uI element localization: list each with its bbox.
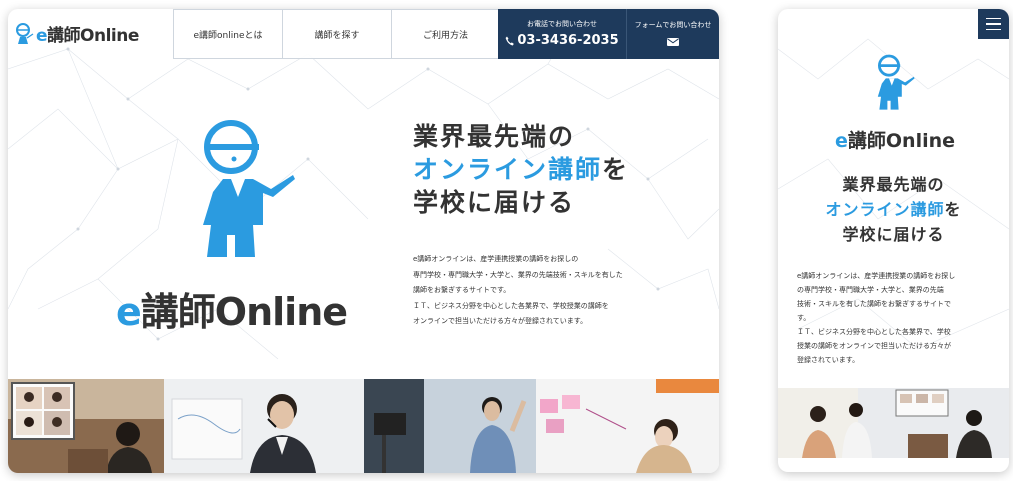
mobile-catch-line1: 業界最先端の <box>842 175 945 194</box>
mobile-lead-line: 授業の講師をオンラインで担当いただける方々が <box>797 342 951 350</box>
hero-logo-word: 講師Online <box>140 290 348 334</box>
nav-find-lecturer[interactable]: 講師を探す <box>282 9 391 59</box>
hero-logo-prefix: e <box>116 290 142 334</box>
mobile-logo-prefix: e <box>835 130 848 152</box>
site-header: e講師Online e講師onlineとは 講師を探す ご利用方法 お電話でお問… <box>8 9 719 59</box>
mobile-lead-line: ＩＴ、ビジネス分野を中心とした各業界で、学校 <box>797 328 951 336</box>
mobile-lead-line: 技術・スキルを有した講師をお繋ぎするサイトで <box>797 300 951 308</box>
global-nav: e講師onlineとは 講師を探す ご利用方法 <box>173 9 500 59</box>
phone-contact-button[interactable]: お電話でお問い合わせ 03-3436-2035 <box>498 9 626 59</box>
nav-about[interactable]: e講師onlineとは <box>173 9 282 59</box>
photo-video-call <box>8 379 164 473</box>
mobile-catchphrase: 業界最先端の オンライン講師を 学校に届ける <box>778 172 1009 247</box>
hero-catchphrase: 業界最先端の オンライン講師を 学校に届ける <box>413 120 629 219</box>
form-caption: フォームでお問い合わせ <box>634 21 712 29</box>
lead-line: オンラインで担当いただける方々が登録されています。 <box>413 317 588 325</box>
mobile-logo[interactable]: e講師Online <box>835 126 955 153</box>
phone-caption: お電話でお問い合わせ <box>527 20 597 28</box>
photo-whiteboard-teacher <box>536 379 719 473</box>
mobile-logo-word: 講師Online <box>847 130 956 152</box>
site-logo[interactable]: e講師Online <box>14 21 139 46</box>
phone-number: 03-3436-2035 <box>517 33 619 48</box>
logo-prefix: e <box>36 26 48 46</box>
mobile-catch-line3: 学校に届ける <box>842 225 945 244</box>
catch-line2-rest: を <box>602 155 630 184</box>
mobile-photo-strip <box>778 388 1009 458</box>
phone-icon <box>505 36 515 45</box>
photo-strip <box>8 379 719 473</box>
lead-line: e講師オンラインは、産学連携授業の講師をお探しの <box>413 255 579 263</box>
catch-highlight: オンライン講師 <box>413 155 603 184</box>
lead-line: 講師をお繋ぎするサイトです。 <box>413 286 511 294</box>
logo-word: 講師Online <box>47 26 139 46</box>
mobile-mockup: e講師Online 業界最先端の オンライン講師を 学校に届ける e講師オンライ… <box>778 9 1009 472</box>
mascot-icon <box>16 22 34 44</box>
desktop-mockup: e講師Online e講師onlineとは 講師を探す ご利用方法 お電話でお問… <box>8 9 719 473</box>
hero-logo: e講師Online <box>116 281 348 336</box>
mobile-lead-line: 登録されています。 <box>797 356 860 364</box>
mobile-lead-line: す。 <box>797 314 811 322</box>
mobile-lead-text: e講師オンラインは、産学連携授業の講師をお探し の専門学校・専門職大学・大学と、… <box>797 269 992 367</box>
photo-camera-presenter <box>364 379 536 473</box>
catch-line3: 学校に届ける <box>413 188 576 217</box>
lead-line: 専門学校・専門職大学・大学と、業界の先端技術・スキルを有した <box>413 270 623 279</box>
mobile-lead-line: e講師オンラインは、産学連携授業の講師をお探し <box>797 272 956 280</box>
hamburger-menu-icon[interactable] <box>978 9 1009 39</box>
catch-line1: 業界最先端の <box>413 122 576 151</box>
nav-how-to-use[interactable]: ご利用方法 <box>391 9 500 59</box>
mobile-mascot-illustration <box>877 54 915 110</box>
form-contact-button[interactable]: フォームでお問い合わせ <box>626 9 719 59</box>
mobile-catch-highlight: オンライン講師 <box>825 200 945 219</box>
mail-icon <box>667 38 679 46</box>
photo-headset-lecturer <box>164 379 364 473</box>
mobile-catch-line2-rest: を <box>944 200 962 219</box>
hero-lead-text: e講師オンラインは、産学連携授業の講師をお探しの 専門学校・専門職大学・大学と、… <box>413 252 653 330</box>
mobile-lead-line: の専門学校・専門職大学・大学と、業界の先端 <box>797 286 944 294</box>
lead-line: ＩＴ、ビジネス分野を中心とした各業界で、学校授業の講師を <box>413 301 609 310</box>
mascot-illustration <box>203 120 295 257</box>
